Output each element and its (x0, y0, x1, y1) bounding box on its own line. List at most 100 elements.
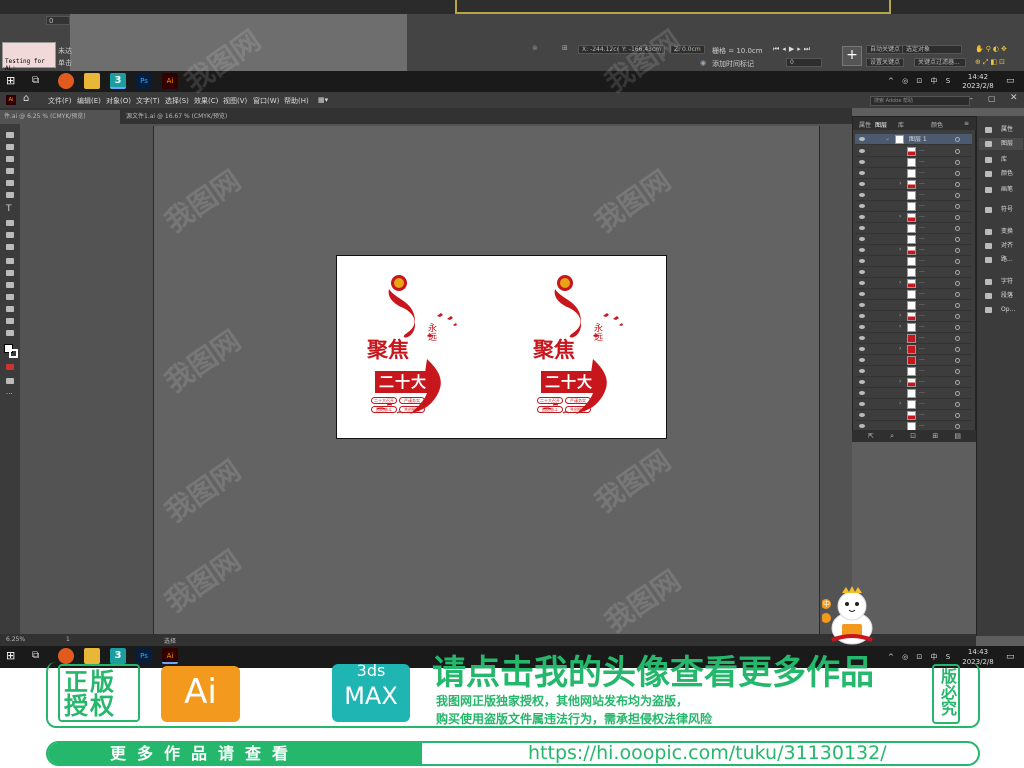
playback-controls[interactable]: ⏮◂▶▸⏭ (773, 45, 813, 54)
layer-row[interactable]: ›... (855, 399, 972, 410)
menu-edit[interactable]: 编辑(E) (77, 96, 101, 106)
shape-builder-tool-icon[interactable] (6, 244, 14, 250)
target-circle-icon[interactable] (955, 369, 960, 374)
target-circle-icon[interactable] (955, 347, 960, 352)
eraser-tool-icon[interactable] (6, 232, 14, 238)
visibility-eye-icon[interactable] (859, 391, 865, 395)
time-tag-icon[interactable]: ◉ (700, 59, 706, 67)
frame-field[interactable]: 0 (46, 16, 70, 25)
visibility-eye-icon[interactable] (859, 336, 865, 340)
layer-row[interactable]: ... (855, 146, 972, 157)
dock-properties[interactable]: 属性 (979, 124, 1023, 136)
script-listener-box[interactable]: Testing for AL: (2, 42, 56, 72)
viewport-nav-icons[interactable]: ✋⚲◐✥ (975, 45, 1009, 53)
target-circle-icon[interactable] (955, 215, 960, 220)
file-explorer-icon[interactable] (84, 73, 100, 89)
rectangle-tool-icon[interactable] (6, 180, 14, 186)
drawing-mode-icon[interactable] (6, 378, 14, 384)
gradient-tool-icon[interactable] (6, 258, 14, 264)
layer-row[interactable]: ›... (855, 278, 972, 289)
add-time-tag[interactable]: 添加时间标记 (712, 59, 754, 69)
rotate-tool-icon[interactable] (6, 220, 14, 226)
expand-chevron-icon[interactable]: › (899, 323, 901, 330)
type-tool-icon[interactable]: T (6, 205, 16, 214)
visibility-eye-icon[interactable] (859, 248, 865, 252)
target-circle-icon[interactable] (955, 424, 960, 429)
expand-chevron-icon[interactable]: › (899, 345, 901, 352)
expand-chevron-icon[interactable]: › (899, 279, 901, 286)
layer-row[interactable]: ›... (855, 377, 972, 388)
visibility-eye-icon[interactable] (859, 424, 865, 428)
windows-start-icon[interactable]: ⊞ (6, 73, 22, 89)
menu-type[interactable]: 文字(T) (136, 96, 160, 106)
viewport-nav-icons-2[interactable]: ⊕⤢◧⊡ (975, 58, 1007, 67)
more-works-bar[interactable]: 更多作品请查看 https://hi.ooopic.com/tuku/31130… (46, 741, 980, 766)
layer-row-top[interactable]: ⌄ 图层 1 (855, 134, 972, 145)
target-circle-icon[interactable] (955, 204, 960, 209)
layer-row[interactable]: ... (855, 234, 972, 245)
tray-icons[interactable]: ^ ◎ ⊡ 中 S (888, 653, 953, 661)
layers-footer-icons[interactable]: ⇱ ⌕ ⊡ ⊞ ▤ ⊟ (868, 432, 990, 441)
visibility-eye-icon[interactable] (859, 237, 865, 241)
layer-row[interactable]: ... (855, 366, 972, 377)
visibility-eye-icon[interactable] (859, 314, 865, 318)
dock-align[interactable]: 对齐 (979, 240, 1023, 252)
notification-icon[interactable]: ▭ (1006, 653, 1015, 662)
blend-tool-icon[interactable] (6, 282, 14, 288)
target-circle-icon[interactable] (955, 413, 960, 418)
maximize-button[interactable]: ▢ (988, 94, 996, 103)
mascot-avatar[interactable] (822, 584, 878, 646)
target-circle-icon[interactable] (955, 391, 960, 396)
layer-row[interactable]: ... (855, 333, 972, 344)
target-circle-icon[interactable] (955, 402, 960, 407)
layer-row[interactable]: ... (855, 410, 972, 421)
notification-icon[interactable]: ▭ (1006, 77, 1015, 86)
panel-menu-icon[interactable]: ≡ (964, 120, 969, 127)
dock-pathfinder[interactable]: 路... (979, 254, 1023, 266)
tab-layers[interactable]: 图层 (875, 120, 887, 129)
visibility-eye-icon[interactable] (859, 171, 865, 175)
illustrator-icon[interactable]: Ai (162, 73, 178, 89)
layer-row[interactable]: ... (855, 355, 972, 366)
key-filters-button[interactable]: 关键点过滤器... (914, 58, 966, 67)
workspace-icon[interactable]: ▦▾ (318, 96, 328, 104)
poster-design-1[interactable]: 聚焦 永远 二十大 二十大召开 严谨务实 团结奋斗 共创辉煌 (367, 271, 467, 421)
target-circle-icon[interactable] (955, 325, 960, 330)
expand-chevron-icon[interactable]: › (899, 378, 901, 385)
add-key-icon[interactable]: + (842, 46, 862, 66)
poster-design-2[interactable]: 聚焦 永远 二十大 二十大召开 严谨务实 团结奋斗 共创辉煌 (533, 271, 633, 421)
layer-row[interactable]: ›... (855, 212, 972, 223)
target-circle-icon[interactable] (955, 380, 960, 385)
visibility-eye-icon[interactable] (859, 259, 865, 263)
magic-wand-tool-icon[interactable] (6, 156, 14, 162)
pen-tool-icon[interactable] (6, 168, 14, 174)
task-view-icon[interactable]: ⧉ (32, 73, 48, 89)
browser-icon[interactable] (58, 73, 74, 89)
visibility-eye-icon[interactable] (859, 149, 865, 153)
selected-object-select[interactable]: 选定对象 (902, 45, 962, 54)
visibility-eye-icon[interactable] (859, 402, 865, 406)
layer-row[interactable]: ... (855, 267, 972, 278)
target-circle-icon[interactable] (955, 248, 960, 253)
target-circle-icon[interactable] (955, 303, 960, 308)
visibility-eye-icon[interactable] (859, 369, 865, 373)
artboard[interactable]: 聚焦 永远 二十大 二十大召开 严谨务实 团结奋斗 共创辉煌 聚焦 永远 二十大… (336, 255, 667, 439)
expand-chevron-icon[interactable]: › (899, 180, 901, 187)
tab-properties[interactable]: 属性 (859, 120, 871, 129)
layer-row[interactable]: ... (855, 223, 972, 234)
frame-value-field[interactable]: 0 (786, 58, 822, 67)
visibility-eye-icon[interactable] (859, 347, 865, 351)
layer-row[interactable]: ... (855, 289, 972, 300)
tab-color[interactable]: 颜色 (931, 120, 943, 129)
brush-tool-icon[interactable] (6, 192, 14, 198)
layer-row[interactable]: ... (855, 256, 972, 267)
stroke-color-swatch[interactable] (9, 349, 18, 358)
none-color-icon[interactable] (6, 364, 14, 370)
direct-selection-tool-icon[interactable] (6, 144, 14, 150)
dock-libraries[interactable]: 库 (979, 154, 1023, 166)
visibility-eye-icon[interactable] (859, 182, 865, 186)
lock-icon[interactable]: ⊗ (532, 44, 538, 52)
transform-icon[interactable]: ⊞ (562, 44, 568, 52)
target-circle-icon[interactable] (955, 281, 960, 286)
visibility-eye-icon[interactable] (859, 358, 865, 362)
